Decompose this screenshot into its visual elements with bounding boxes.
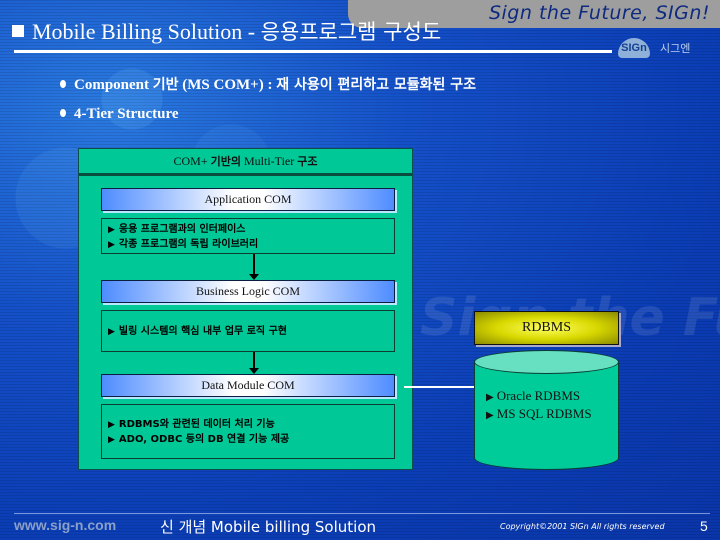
bullet-dot-icon [60, 109, 66, 117]
triangle-bullet-icon: ▶ [108, 326, 115, 336]
tier-application-desc: ▶ 응용 프로그램과의 인터페이스 ▶ 각종 프로그램의 독립 라이브러리 [101, 218, 395, 254]
logo-text: 시그엔 [660, 42, 691, 55]
tier-data-module-com: Data Module COM [101, 374, 395, 397]
rdbms-item: ▶ MS SQL RDBMS [486, 406, 592, 424]
rdbms-item-text: Oracle RDBMS [496, 388, 581, 403]
slide-title: Mobile Billing Solution - 응용프로그램 구성도 [12, 16, 441, 46]
rdbms-item: ▶ Oracle RDBMS [486, 388, 592, 406]
title-english: Mobile Billing Solution - [32, 19, 261, 44]
tagline: Sign the Future, SIGn! [488, 2, 710, 24]
panel-title-text: COM+ [173, 154, 211, 168]
page-number: 5 [700, 518, 708, 534]
tier-data-desc: ▶ RDBMS와 관련된 데이터 처리 기능 ▶ ADO, ODBC 등의 DB 연… [101, 404, 395, 459]
desc-item-text: 각종 프로그램의 독립 라이브러리 [118, 239, 259, 250]
desc-item: ▶ 각종 프로그램의 독립 라이브러리 [108, 237, 388, 252]
title-korean: 응용프로그램 구성도 [260, 20, 442, 44]
tier-business-desc: ▶ 빌링 시스템의 핵심 내부 업무 로직 구현 [101, 310, 395, 352]
triangle-bullet-icon: ▶ [108, 239, 115, 249]
arrow-down-icon [249, 254, 259, 280]
desc-item: ▶ RDBMS와 관련된 데이터 처리 기능 [108, 417, 388, 432]
rdbms-item-text: MS SQL RDBMS [496, 406, 592, 421]
triangle-bullet-icon: ▶ [486, 410, 494, 421]
panel-title: COM+ 기반의 Multi-Tier 구조 [79, 149, 412, 175]
title-divider [14, 50, 612, 53]
rdbms-label: RDBMS [474, 311, 619, 345]
desc-item-text: 응용 프로그램과의 인터페이스 [118, 224, 246, 235]
triangle-bullet-icon: ▶ [108, 419, 115, 429]
multi-tier-panel: COM+ 기반의 Multi-Tier 구조 Application COM ▶… [78, 148, 413, 470]
arrow-down-icon [249, 352, 259, 374]
panel-title-text: Multi-Tier [241, 154, 298, 168]
cylinder-top [474, 350, 619, 374]
desc-item-text: ADO, ODBC 등의 DB 연결 기능 제공 [118, 434, 290, 445]
desc-item-text: 빌링 시스템의 핵심 내부 업무 로직 구현 [118, 326, 288, 337]
tier-business-logic-com: Business Logic COM [101, 280, 395, 303]
arrow-right-icon [404, 383, 480, 391]
desc-item: ▶ 빌링 시스템의 핵심 내부 업무 로직 구현 [108, 324, 388, 339]
desc-item: ▶ ADO, ODBC 등의 DB 연결 기능 제공 [108, 432, 388, 447]
bullet-text: 4-Tier Structure [74, 106, 179, 122]
square-bullet-icon [12, 25, 24, 37]
database-cylinder-icon: ▶ Oracle RDBMS ▶ MS SQL RDBMS [474, 350, 619, 470]
rdbms-list: ▶ Oracle RDBMS ▶ MS SQL RDBMS [486, 388, 592, 424]
footer-title: 신 개념 Mobile billing Solution [160, 518, 377, 536]
bullet-text: 재 사용이 편리하고 모듈화된 구조 [276, 77, 477, 93]
panel-title-text: 구조 [297, 155, 318, 168]
triangle-bullet-icon: ▶ [486, 392, 494, 403]
bullet-text: 기반 [152, 77, 179, 93]
tier-application-com: Application COM [101, 188, 395, 211]
bullet-dot-icon [60, 80, 66, 88]
desc-item-text: RDBMS와 관련된 데이터 처리 기능 [118, 419, 275, 430]
footer-divider [14, 513, 710, 514]
bullet-text: (MS COM+) : [178, 77, 277, 93]
triangle-bullet-icon: ▶ [108, 434, 115, 444]
bullet-component: Component 기반 (MS COM+) : 재 사용이 편리하고 모듈화된… [60, 74, 476, 94]
panel-body: Application COM ▶ 응용 프로그램과의 인터페이스 ▶ 각종 프로그… [79, 175, 412, 469]
footer-copyright: Copyright©2001 SIGn All rights reserved [500, 522, 665, 531]
triangle-bullet-icon: ▶ [108, 224, 115, 234]
bullet-4tier: 4-Tier Structure [60, 106, 179, 123]
bullet-text: Component [74, 77, 153, 93]
panel-title-text: 기반의 [210, 155, 241, 168]
desc-item: ▶ 응용 프로그램과의 인터페이스 [108, 222, 388, 237]
footer-url: www.sig-n.com [14, 517, 117, 533]
